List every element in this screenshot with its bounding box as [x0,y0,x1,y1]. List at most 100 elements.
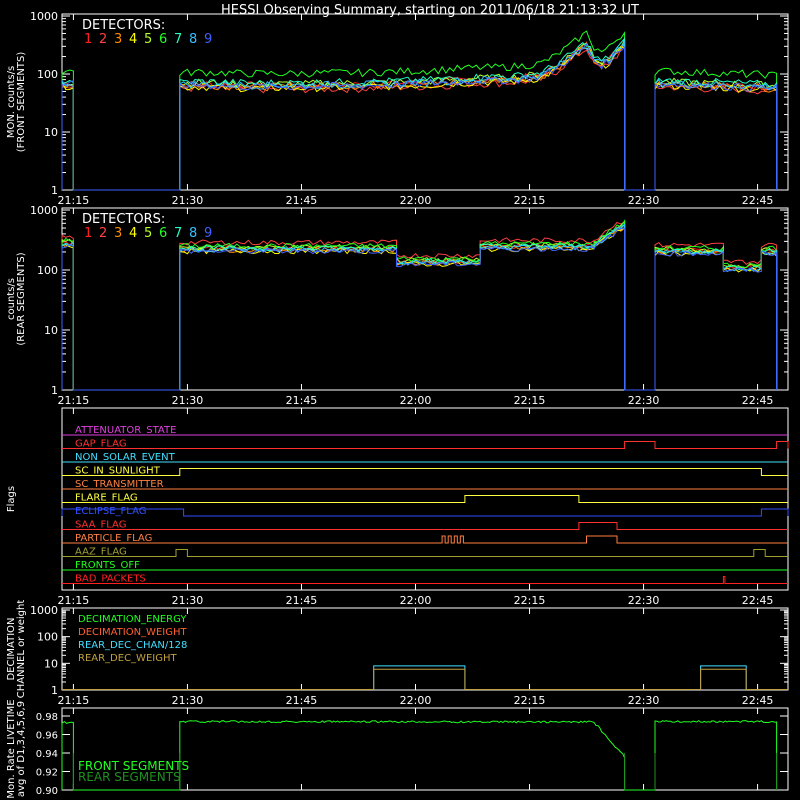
flag-line-bad-packets [62,576,788,584]
livetime-ytick-label: 0.96 [36,731,58,742]
flag-label-fronts-off: FRONTS_OFF [75,560,140,571]
rear-series-detector-1 [61,222,778,391]
flag-label-sc-in-sunlight: SC_IN_SUNLIGHT [75,466,161,477]
flag-line-sc-in-sunlight [62,468,788,476]
detectors-label: DETECTORS: [82,18,165,33]
detector-num-6: 6 [159,32,167,47]
front-ytick-label: 1 [51,184,58,197]
detector-num-1: 1 [84,226,92,241]
decimation-legend-1: DECIMATION_WEIGHT [78,627,187,638]
front-xtick-label: 22:30 [628,194,660,207]
livetime-legend-1: REAR SEGMENTS [78,770,181,784]
front-panel: 21:15 21:30 21:45 22:00 22:15 22:30 22:45 1 10 10… [6,10,789,207]
front-series-detector-2 [61,43,778,191]
front-series-detector-6 [61,30,778,191]
detector-num-6: 6 [159,226,167,241]
front-xtick-label: 21:30 [172,194,204,207]
front-xtick-label: 22:00 [400,194,432,207]
rear-xtick-label: 22:45 [742,394,774,407]
detector-num-2: 2 [99,226,107,241]
decimation-xtick-label: 21:30 [172,694,204,707]
decimation-xtick-label: 21:45 [286,694,318,707]
rear-xtick-label: 21:30 [172,394,204,407]
front-series-detector-4 [61,45,778,191]
front-frame [61,13,789,191]
front-series-detector-5 [61,39,778,191]
flag-line-aaz-flag [62,549,788,557]
decimation-ytick-label: 1 [51,684,58,697]
decimation-series-1 [62,668,788,690]
decimation-ylabel2: CHANNEL or weight [16,600,27,699]
rear-ytick-label: 10 [44,324,58,337]
detector-num-5: 5 [144,226,152,241]
rear-series-detector-9 [61,227,778,391]
flags-xtick-label: 22:15 [514,594,546,607]
detector-num-5: 5 [144,32,152,47]
rear-ytick-label: 1 [51,384,58,397]
flag-label-non-solar-event: NON_SOLAR_EVENT [75,452,176,463]
detector-num-4: 4 [129,32,137,47]
front-xtick-label: 21:45 [286,194,318,207]
decimation-xtick-label: 22:30 [628,694,660,707]
front-series-detector-8 [61,40,778,191]
rear-ytick-label: 100 [37,264,58,277]
front-series-detector-7 [61,37,778,191]
flag-label-sc-transmitter: SC_TRANSMITTER [75,479,164,490]
detectors-label: DETECTORS: [82,212,165,227]
front-series-detector-9 [61,42,778,191]
front-series-detector-3 [61,41,778,191]
front-xtick-label: 21:15 [58,194,90,207]
flags-xtick-label: 21:30 [172,594,204,607]
rear-series-detector-8 [61,223,778,391]
front-xtick-label: 22:45 [742,194,774,207]
flag-label-saa-flag: SAA_FLAG [75,520,126,531]
flag-line-saa-flag [62,522,788,530]
decimation-legend-2: REAR_DEC_CHAN/128 [78,640,187,651]
detector-num-3: 3 [114,226,122,241]
flag-line-eclipse-flag [61,508,789,517]
rear-panel: 21:15 21:30 21:45 22:00 22:15 22:30 22:45 1 10 10… [6,204,789,407]
decimation-legend-0: DECIMATION_ENERGY [78,614,187,625]
front-ytick-label: 10 [44,126,58,139]
rear-series-detector-3 [61,227,778,391]
decimation-ytick-label: 100 [37,631,58,644]
rear-ytick-label: 1000 [30,204,58,217]
detector-num-9: 9 [204,226,212,241]
livetime-ytick-label: 0.92 [36,768,58,779]
flags-xtick-label: 21:15 [58,594,90,607]
decimation-legend-3: REAR_DEC_WEIGHT [78,653,177,664]
rear-xtick-label: 22:30 [628,394,660,407]
flag-label-attenuator-state: ATTENUATOR_STATE [75,425,176,436]
flags-xtick-label: 22:30 [628,594,660,607]
rear-xtick-label: 22:00 [400,394,432,407]
front-xtick-label: 22:15 [514,194,546,207]
livetime-ytick-label: 0.90 [36,786,58,797]
flag-line-particle-flag [62,535,788,544]
flags-xtick-label: 21:45 [286,594,318,607]
flag-label-aaz-flag: AAZ_FLAG [75,547,127,558]
decimation-xtick-label: 22:45 [742,694,774,707]
flags-ylabel: Flags [6,486,17,512]
flags-xtick-label: 22:00 [400,594,432,607]
livetime-ytick-label: 0.98 [36,712,58,723]
hessi-summary-chart: HESSI Observing Summary, starting on 201… [6,3,789,799]
livetime-ytick-label: 0.94 [36,749,58,760]
detector-num-3: 3 [114,32,122,47]
rear-frame [61,207,789,391]
front-ylabel2: (FRONT SEGMENTS) [16,52,27,153]
rear-series-detector-7 [61,223,778,391]
flag-label-flare-flag: FLARE_FLAG [75,493,138,504]
detector-num-4: 4 [129,226,137,241]
rear-xtick-label: 21:45 [286,394,318,407]
flag-label-eclipse-flag: ECLIPSE_FLAG [75,506,146,517]
flags-xtick-label: 22:45 [742,594,774,607]
detector-num-8: 8 [189,32,197,47]
front-ytick-label: 100 [37,68,58,81]
rear-xtick-label: 22:15 [514,394,546,407]
front-series-detector-1 [61,41,778,191]
decimation-ytick-label: 1000 [30,604,58,617]
chart-title: HESSI Observing Summary, starting on 201… [221,3,639,18]
flag-line-flare-flag [62,495,788,503]
livetime-panel: Mon. Rate LIVETIME avg of D1,3,4,5,6,9 0.9… [6,699,789,799]
detector-num-7: 7 [174,226,182,241]
